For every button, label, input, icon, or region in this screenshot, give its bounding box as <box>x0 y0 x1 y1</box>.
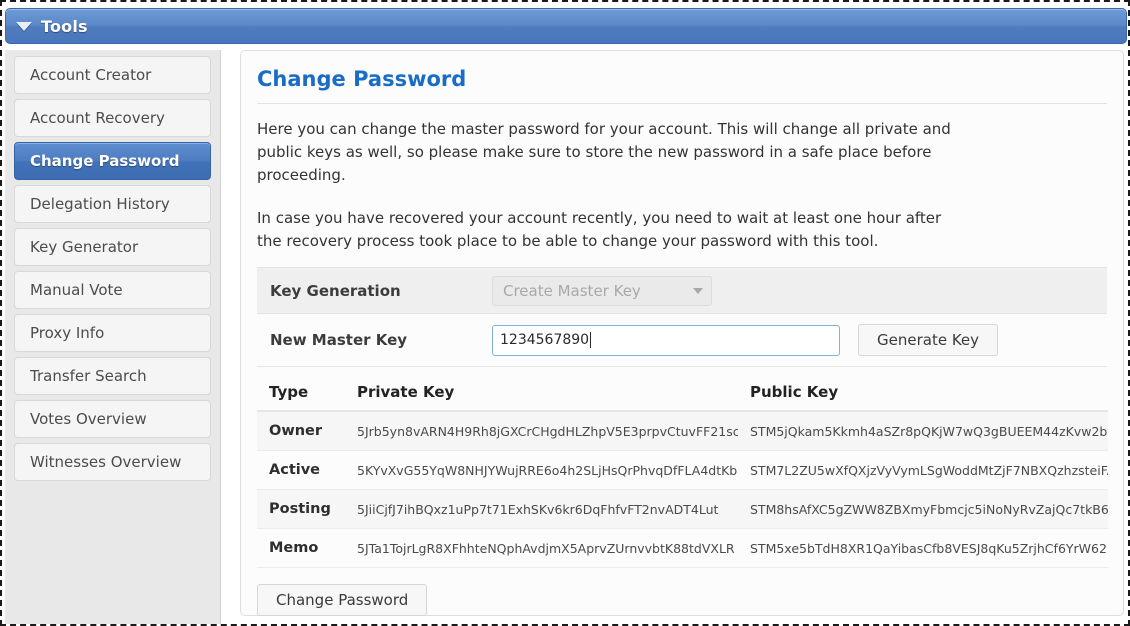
key-type: Active <box>257 450 345 490</box>
sidebar: Account Creator Account Recovery Change … <box>5 50 221 624</box>
table-row: Posting 5JiiCjfJ7ihBQxz1uPp7t71ExhSKv6kr… <box>257 489 1108 529</box>
sidebar-item-transfer-search[interactable]: Transfer Search <box>14 357 211 395</box>
key-type: Posting <box>257 489 345 529</box>
sidebar-item-proxy-info[interactable]: Proxy Info <box>14 314 211 352</box>
key-type: Owner <box>257 411 345 451</box>
public-key-value: STM7L2ZU5wXfQXjzVyVymLSgWoddMtZjF7NBXQzh… <box>738 450 1108 490</box>
sidebar-item-account-recovery[interactable]: Account Recovery <box>14 99 211 137</box>
chevron-down-icon <box>693 287 703 294</box>
private-key-value: 5KYvXvG55YqW8NHJYWujRRE6o4h2SLjHsQrPhvqD… <box>345 450 738 490</box>
key-generation-label: Key Generation <box>270 281 401 300</box>
generate-key-button[interactable]: Generate Key <box>858 324 999 356</box>
tools-header-bar[interactable]: Tools <box>5 8 1127 44</box>
sidebar-item-label: Witnesses Overview <box>30 453 182 471</box>
sidebar-item-label: Account Recovery <box>30 109 165 127</box>
sidebar-item-witnesses-overview[interactable]: Witnesses Overview <box>14 443 211 481</box>
page-title: Change Password <box>257 67 467 91</box>
sidebar-item-delegation-history[interactable]: Delegation History <box>14 185 211 223</box>
table-row: Owner 5Jrb5yn8vARN4H9Rh8jGXCrCHgdHLZhpV5… <box>257 411 1108 451</box>
sidebar-item-label: Votes Overview <box>30 410 147 428</box>
keys-table-header-row: Type Private Key Public Key <box>257 377 1108 412</box>
table-row: Memo 5JTa1TojrLgR8XFhhteNQphAvdjmX5AprvZ… <box>257 528 1108 568</box>
tools-title: Tools <box>41 16 88 36</box>
key-generation-row: Key Generation Create Master Key <box>257 267 1107 314</box>
column-header-type: Type <box>257 377 345 412</box>
column-header-public-key: Public Key <box>738 377 1108 412</box>
public-key-value: STM5jQkam5Kkmh4aSZr8pQKjW7wQ3gBUEEM44zKv… <box>738 411 1108 451</box>
application-window: Tools Account Creator Account Recovery C… <box>0 0 1130 626</box>
private-key-value: 5JTa1TojrLgR8XFhhteNQphAvdjmX5AprvZUrnvv… <box>345 528 738 568</box>
sidebar-item-label: Proxy Info <box>30 324 105 342</box>
sidebar-item-label: Transfer Search <box>30 367 147 385</box>
description-paragraph-1: Here you can change the master password … <box>257 120 951 184</box>
key-generation-select[interactable]: Create Master Key <box>492 275 712 306</box>
new-master-key-input[interactable]: 1234567890 <box>492 324 840 356</box>
sidebar-item-votes-overview[interactable]: Votes Overview <box>14 400 211 438</box>
private-key-value: 5JiiCjfJ7ihBQxz1uPp7t71ExhSKv6kr6DqFhfvF… <box>345 489 738 529</box>
sidebar-item-key-generator[interactable]: Key Generator <box>14 228 211 266</box>
private-key-value: 5Jrb5yn8vARN4H9Rh8jGXCrCHgdHLZhpV5E3prpv… <box>345 411 738 451</box>
sidebar-item-label: Key Generator <box>30 238 139 256</box>
key-type: Memo <box>257 528 345 568</box>
sidebar-item-label: Delegation History <box>30 195 170 213</box>
sidebar-item-change-password[interactable]: Change Password <box>14 142 211 180</box>
sidebar-item-account-creator[interactable]: Account Creator <box>14 56 211 94</box>
column-header-private-key: Private Key <box>345 377 738 412</box>
text-cursor <box>590 332 592 348</box>
footer-actions: Change Password <box>257 584 1107 616</box>
new-master-key-row: New Master Key 1234567890 Generate Key <box>257 314 1107 367</box>
main-content-panel: Change Password Here you can change the … <box>240 50 1124 616</box>
sidebar-item-manual-vote[interactable]: Manual Vote <box>14 271 211 309</box>
keys-table: Type Private Key Public Key Owner 5Jrb5y… <box>257 377 1108 568</box>
sidebar-item-label: Manual Vote <box>30 281 123 299</box>
public-key-value: STM8hsAfXC5gZWW8ZBXmyFbmcjc5iNoNyRvZajQc… <box>738 489 1108 529</box>
public-key-value: STM5xe5bTdH8XR1QaYibasCfb8VESJ8qKu5ZrjhC… <box>738 528 1108 568</box>
new-master-key-value: 1234567890 <box>500 332 590 348</box>
key-generation-selected-value: Create Master Key <box>503 281 641 300</box>
sidebar-item-label: Change Password <box>30 152 180 170</box>
sidebar-item-label: Account Creator <box>30 66 152 84</box>
table-row: Active 5KYvXvG55YqW8NHJYWujRRE6o4h2SLjHs… <box>257 450 1108 490</box>
caret-down-icon[interactable] <box>16 21 32 31</box>
title-divider <box>257 103 1107 104</box>
new-master-key-label: New Master Key <box>270 331 408 349</box>
change-password-button[interactable]: Change Password <box>257 584 428 616</box>
description-paragraph-2: In case you have recovered your account … <box>257 209 942 250</box>
